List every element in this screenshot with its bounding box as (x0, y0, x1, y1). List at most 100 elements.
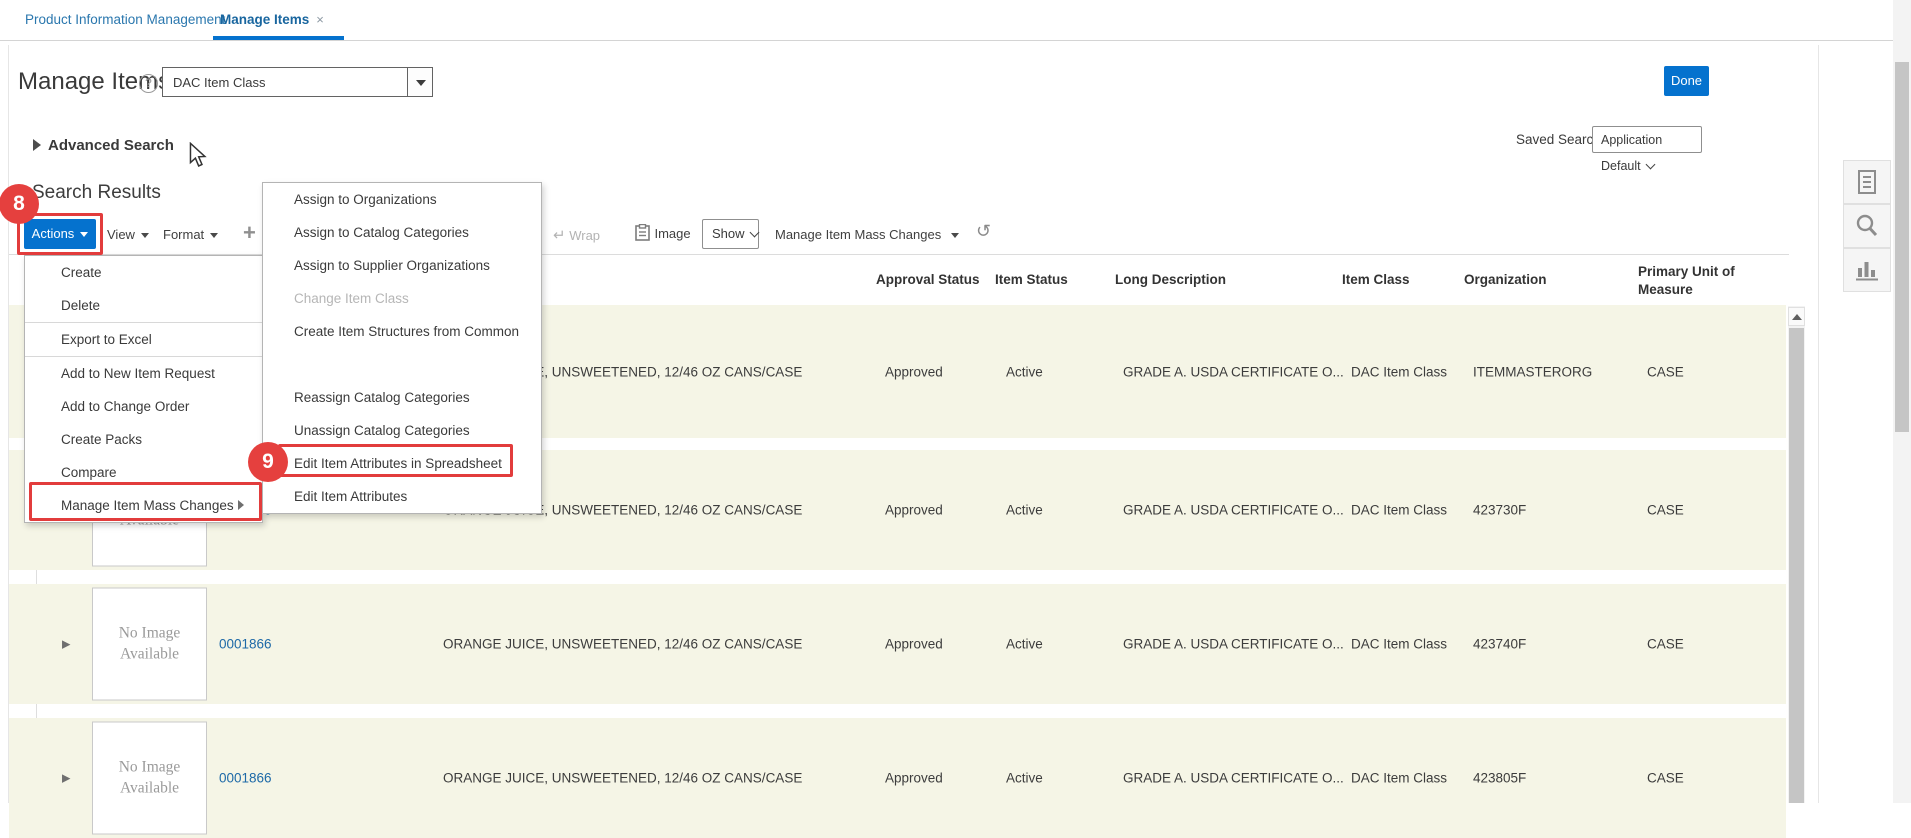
help-icon[interactable]: ? (139, 74, 158, 93)
wrap-button: ↵ Wrap (553, 226, 600, 244)
col-header-item-class[interactable]: Item Class (1342, 272, 1410, 287)
item-class-select-button[interactable] (407, 67, 433, 97)
menu-item-delete[interactable]: Delete (25, 289, 262, 322)
menu-item-create-packs[interactable]: Create Packs (25, 423, 262, 456)
col-header-long-description[interactable]: Long Description (1115, 272, 1226, 287)
primary-uom: CASE (1647, 771, 1684, 786)
long-description: GRADE A. USDA CERTIFICATE O... (1123, 503, 1344, 518)
view-label: View (107, 227, 135, 242)
item-class-select[interactable]: DAC Item Class (162, 67, 408, 97)
caret-down-icon (210, 233, 218, 238)
top-tab-bar: Product Information Management Manage It… (0, 0, 1911, 41)
submenu-item-assign-to-catalog-categories[interactable]: Assign to Catalog Categories (263, 216, 541, 249)
refresh-icon[interactable]: ↺ (976, 221, 991, 242)
item-description: ORANGE JUICE, UNSWEETENED, 12/46 OZ CANS… (443, 771, 802, 786)
table-row[interactable]: ▶ No Image Available 0001866 ORANGE JUIC… (9, 584, 1786, 704)
menu-item-add-to-new-item-request[interactable]: Add to New Item Request (25, 357, 262, 390)
submenu-item-assign-to-supplier-organizations[interactable]: Assign to Supplier Organizations (263, 249, 541, 282)
long-description: GRADE A. USDA CERTIFICATE O... (1123, 637, 1344, 652)
item-class: DAC Item Class (1351, 771, 1447, 786)
organization: ITEMMASTERORG (1473, 364, 1592, 379)
saved-search-select[interactable]: Application Default (1592, 126, 1702, 153)
item-status: Active (1006, 771, 1043, 786)
dock-attachments-button[interactable] (1843, 160, 1891, 204)
no-image-text: No Image Available (110, 758, 190, 798)
image-button[interactable]: Image (635, 224, 691, 243)
image-label: Image (654, 226, 690, 241)
view-menu-button[interactable]: View (107, 227, 149, 242)
col-header-primary-uom[interactable]: Primary Unit of Measure (1638, 263, 1748, 298)
annotation-step-8: 8 (0, 184, 39, 224)
chevron-down-icon (749, 228, 759, 238)
search-results-title: Search Results (32, 182, 161, 204)
dock-reports-button[interactable] (1843, 248, 1891, 292)
item-description: ORANGE JUICE, UNSWEETENED, 12/46 OZ CANS… (443, 637, 802, 652)
mass-changes-toolbar-menu[interactable]: Manage Item Mass Changes (775, 227, 959, 242)
submenu-spacer (263, 348, 541, 381)
submenu-item-change-item-class: Change Item Class (263, 282, 541, 315)
organization: 423740F (1473, 637, 1526, 652)
done-button[interactable]: Done (1664, 66, 1709, 96)
saved-search-value: Application Default (1601, 133, 1662, 173)
long-description: GRADE A. USDA CERTIFICATE O... (1123, 771, 1344, 786)
item-class: DAC Item Class (1351, 503, 1447, 518)
menu-item-export-to-excel[interactable]: Export to Excel (25, 323, 262, 356)
document-icon (1856, 169, 1878, 195)
caret-down-icon (416, 80, 426, 86)
format-menu-button[interactable]: Format (163, 227, 218, 242)
item-status: Active (1006, 637, 1043, 652)
approval-status: Approved (885, 503, 943, 518)
caret-down-icon (951, 233, 959, 238)
table-row[interactable]: ▶ No Image Available 0001866 ORANGE JUIC… (9, 718, 1786, 838)
advanced-search-link[interactable]: Advanced Search (48, 137, 174, 154)
show-label: Show (712, 226, 745, 241)
submenu-item-create-item-structures-from-common[interactable]: Create Item Structures from Common (263, 315, 541, 348)
advanced-search-expand-icon[interactable] (33, 139, 41, 151)
dock-search-button[interactable] (1843, 204, 1891, 248)
tab-close-icon[interactable]: × (316, 12, 324, 27)
approval-status: Approved (885, 637, 943, 652)
table-scrollbar-up-button[interactable] (1788, 307, 1805, 326)
annotation-box-mass-changes (29, 482, 262, 521)
submenu-item-assign-to-organizations[interactable]: Assign to Organizations (263, 183, 541, 216)
item-number-link[interactable]: 0001866 (219, 637, 272, 652)
col-header-item-status[interactable]: Item Status (995, 272, 1068, 287)
annotation-box-edit-spreadsheet (278, 444, 513, 477)
tab-manage-items[interactable]: Manage Items × (220, 12, 324, 27)
menu-item-create[interactable]: Create (25, 256, 262, 289)
col-header-organization[interactable]: Organization (1464, 272, 1547, 287)
clipboard-icon (635, 224, 650, 241)
mass-changes-toolbar-label: Manage Item Mass Changes (775, 227, 941, 242)
item-status: Active (1006, 364, 1043, 379)
format-label: Format (163, 227, 204, 242)
no-image-placeholder: No Image Available (92, 722, 207, 835)
primary-uom: CASE (1647, 637, 1684, 652)
no-image-placeholder: No Image Available (92, 588, 207, 701)
submenu-item-unassign-catalog-categories[interactable]: Unassign Catalog Categories (263, 414, 541, 447)
page-scrollbar-thumb[interactable] (1895, 62, 1909, 432)
add-row-icon[interactable]: + (243, 220, 256, 246)
caret-down-icon (141, 233, 149, 238)
show-select[interactable]: Show (702, 219, 759, 249)
panel-right-border (1818, 45, 1819, 803)
primary-uom: CASE (1647, 503, 1684, 518)
organization: 423805F (1473, 771, 1526, 786)
row-expand-icon[interactable]: ▶ (62, 638, 70, 651)
wrap-icon: ↵ (553, 227, 566, 244)
wrap-label: Wrap (569, 228, 600, 243)
item-class: DAC Item Class (1351, 364, 1447, 379)
table-scrollbar-thumb[interactable] (1789, 328, 1804, 803)
submenu-item-edit-item-attributes[interactable]: Edit Item Attributes (263, 480, 541, 513)
row-expand-icon[interactable]: ▶ (62, 772, 70, 785)
search-icon (1854, 213, 1880, 239)
submenu-item-reassign-catalog-categories[interactable]: Reassign Catalog Categories (263, 381, 541, 414)
item-class: DAC Item Class (1351, 637, 1447, 652)
col-header-approval-status[interactable]: Approval Status (876, 272, 980, 287)
item-number-link[interactable]: 0001866 (219, 771, 272, 786)
long-description: GRADE A. USDA CERTIFICATE O... (1123, 364, 1344, 379)
tab-product-information-management[interactable]: Product Information Management (25, 12, 225, 27)
menu-item-add-to-change-order[interactable]: Add to Change Order (25, 390, 262, 423)
approval-status: Approved (885, 771, 943, 786)
approval-status: Approved (885, 364, 943, 379)
tab-manage-items-label: Manage Items (220, 12, 309, 27)
